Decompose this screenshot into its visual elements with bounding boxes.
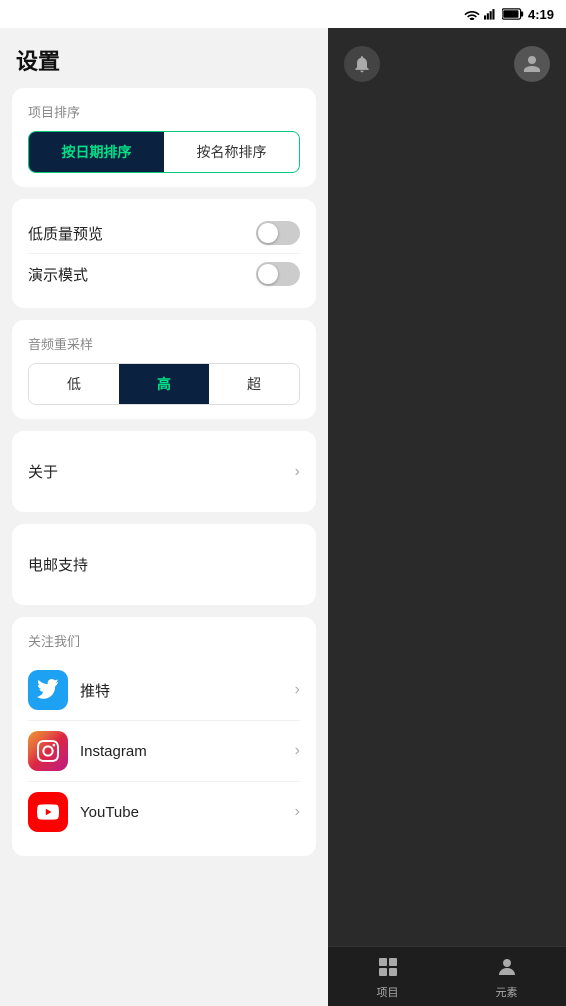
settings-panel: 设置 项目排序 按日期排序 按名称排序 低质量预览 演示模式 音频重采样 低 高… xyxy=(0,0,328,1006)
twitter-left: 推特 xyxy=(28,670,110,710)
toggle-card: 低质量预览 演示模式 xyxy=(12,199,316,308)
status-bar: 4:19 xyxy=(0,0,566,28)
email-support-item[interactable]: 电邮支持 xyxy=(28,538,300,591)
right-top-icons xyxy=(328,38,566,90)
status-wifi-icon xyxy=(464,8,480,20)
sort-buttons-group: 按日期排序 按名称排序 xyxy=(28,131,300,173)
audio-label: 音频重采样 xyxy=(28,334,300,353)
low-quality-row: 低质量预览 xyxy=(28,213,300,253)
instagram-left: Instagram xyxy=(28,731,147,771)
youtube-left: YouTube xyxy=(28,792,139,832)
right-icon-left[interactable] xyxy=(344,46,380,82)
right-panel: 4:19 项目 xyxy=(328,0,566,1006)
sort-order-card: 项目排序 按日期排序 按名称排序 xyxy=(12,88,316,187)
low-quality-toggle[interactable] xyxy=(256,221,300,245)
instagram-icon xyxy=(28,731,68,771)
youtube-icon xyxy=(28,792,68,832)
profile-icon xyxy=(522,54,542,74)
youtube-item[interactable]: YouTube › xyxy=(28,781,300,842)
elements-icon xyxy=(493,953,521,981)
twitter-name: 推特 xyxy=(80,680,110,701)
demo-mode-label: 演示模式 xyxy=(28,264,88,285)
about-item[interactable]: 关于 › xyxy=(28,445,300,498)
projects-icon xyxy=(374,953,402,981)
status-time: 4:19 xyxy=(528,7,554,22)
bell-icon xyxy=(352,54,372,74)
twitter-icon xyxy=(28,670,68,710)
status-battery-icon xyxy=(502,8,524,20)
low-quality-label: 低质量预览 xyxy=(28,223,103,244)
about-label: 关于 xyxy=(28,461,58,482)
follow-us-label: 关注我们 xyxy=(28,631,300,650)
instagram-chevron-icon: › xyxy=(295,742,300,760)
resample-ultra-button[interactable]: 超 xyxy=(209,364,299,404)
nav-projects[interactable]: 项目 xyxy=(374,953,402,1000)
sort-by-name-button[interactable]: 按名称排序 xyxy=(164,132,299,172)
nav-elements[interactable]: 元素 xyxy=(493,953,521,1000)
youtube-name: YouTube xyxy=(80,804,139,821)
resample-buttons-group: 低 高 超 xyxy=(28,363,300,405)
demo-mode-row: 演示模式 xyxy=(28,253,300,294)
status-signal-icon xyxy=(484,8,498,20)
status-bar-icons: 4:19 xyxy=(464,7,554,22)
page-title: 设置 xyxy=(0,28,328,88)
audio-resample-card: 音频重采样 低 高 超 xyxy=(12,320,316,419)
about-chevron-icon: › xyxy=(295,463,300,481)
twitter-item[interactable]: 推特 › xyxy=(28,660,300,720)
demo-mode-toggle[interactable] xyxy=(256,262,300,286)
nav-elements-label: 元素 xyxy=(496,984,518,1000)
sort-label: 项目排序 xyxy=(28,102,300,121)
youtube-chevron-icon: › xyxy=(295,803,300,821)
resample-high-button[interactable]: 高 xyxy=(119,364,209,404)
resample-low-button[interactable]: 低 xyxy=(29,364,119,404)
email-support-label: 电邮支持 xyxy=(28,554,88,575)
nav-projects-label: 项目 xyxy=(377,984,399,1000)
email-support-card[interactable]: 电邮支持 xyxy=(12,524,316,605)
follow-us-card: 关注我们 推特 › Instagram xyxy=(12,617,316,856)
instagram-item[interactable]: Instagram › xyxy=(28,720,300,781)
sort-by-date-button[interactable]: 按日期排序 xyxy=(29,132,164,172)
about-card[interactable]: 关于 › xyxy=(12,431,316,512)
bottom-navigation: 项目 元素 xyxy=(328,946,566,1006)
twitter-chevron-icon: › xyxy=(295,681,300,699)
right-icon-right[interactable] xyxy=(514,46,550,82)
instagram-name: Instagram xyxy=(80,743,147,760)
